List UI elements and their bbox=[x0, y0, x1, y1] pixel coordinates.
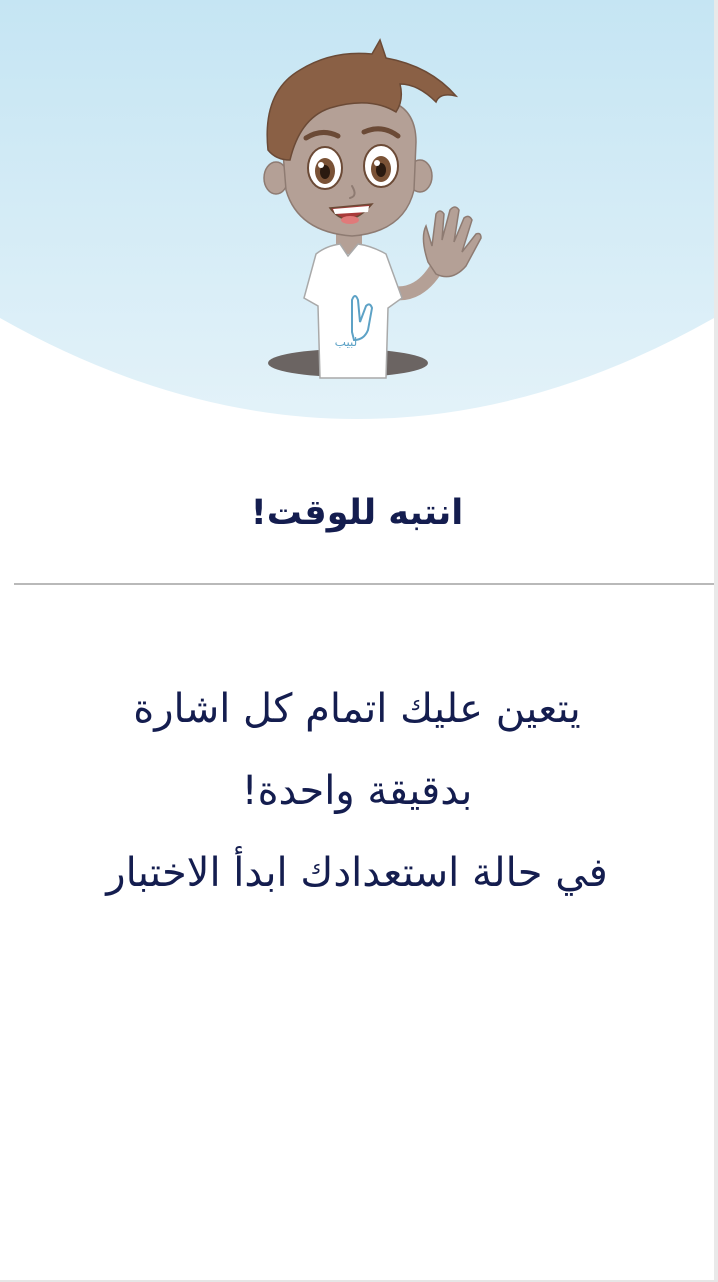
page-title: انتبه للوقت! bbox=[250, 493, 464, 533]
mascot-illustration: لبيب bbox=[0, 0, 714, 419]
window-edge-right bbox=[714, 0, 718, 1282]
shirt-logo-text: لبيب bbox=[335, 335, 358, 349]
instructions-line: بدقيقة واحدة! bbox=[241, 768, 473, 814]
screen: لبيب انتبه للوقت! يتعين عليك اتمام كل اش… bbox=[0, 0, 714, 1280]
divider bbox=[14, 583, 714, 585]
header-illustration: لبيب bbox=[0, 0, 714, 420]
instructions-line: يتعين عليك اتمام كل اشارة bbox=[133, 686, 581, 732]
instructions-text: يتعين عليك اتمام كل اشارة بدقيقة واحدة! … bbox=[40, 668, 674, 914]
instructions-line: في حالة استعدادك ابدأ الاختبار bbox=[106, 850, 608, 896]
